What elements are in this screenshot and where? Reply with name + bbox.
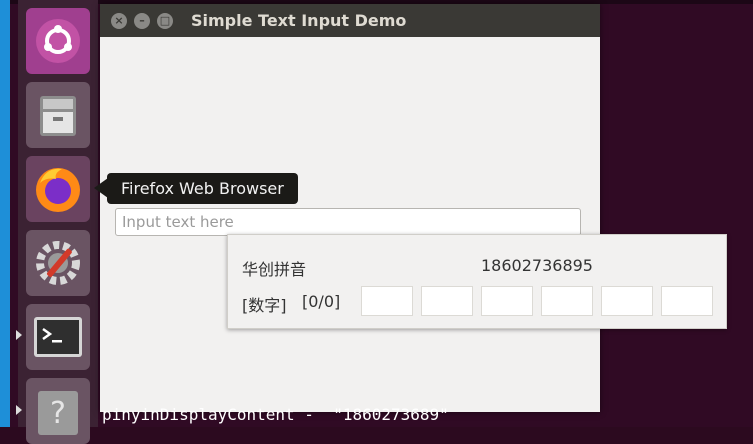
ime-candidate-box[interactable]: [661, 286, 713, 316]
launcher-ubuntu-software[interactable]: [26, 8, 90, 74]
ime-title: 华创拼音: [242, 260, 307, 279]
settings-gear-icon: [36, 241, 80, 285]
launcher: ?: [16, 0, 98, 444]
app-window: × – □ Simple Text Input Demo: [100, 4, 600, 412]
ime-phone: 18602736895: [481, 256, 593, 275]
terminal-output-line: pinyinDisplayContent - "1860273689": [102, 405, 449, 424]
launcher-terminal[interactable]: [26, 304, 90, 370]
svg-text:?: ?: [50, 396, 66, 431]
running-indicator: [16, 405, 22, 415]
ime-candidate-box[interactable]: [541, 286, 593, 316]
minimize-button[interactable]: –: [134, 13, 150, 29]
running-indicator: [16, 330, 22, 340]
ime-candidate-box[interactable]: [601, 286, 653, 316]
ime-page-indicator: [0/0]: [302, 292, 341, 311]
ime-mode: [数字]: [242, 296, 287, 315]
ime-candidate-box[interactable]: [421, 286, 473, 316]
firefox-icon: [36, 168, 80, 212]
text-input[interactable]: [115, 208, 581, 236]
help-question-icon: ?: [38, 391, 78, 435]
window-title: Simple Text Input Demo: [191, 11, 407, 30]
launcher-help[interactable]: ?: [26, 378, 90, 444]
ime-candidate-box[interactable]: [481, 286, 533, 316]
launcher-settings[interactable]: [26, 230, 90, 296]
ubuntu-software-icon: [36, 19, 80, 63]
ime-candidate-popup: 华创拼音 18602736895 [数字] [0/0]: [227, 234, 727, 329]
file-cabinet-icon: [40, 96, 76, 136]
terminal-icon: [34, 317, 82, 357]
launcher-firefox[interactable]: [26, 156, 90, 222]
left-edge-accent: [0, 0, 10, 427]
maximize-button[interactable]: □: [157, 13, 173, 29]
tooltip-arrow: [94, 178, 108, 198]
close-button[interactable]: ×: [111, 13, 127, 29]
ime-candidate-box[interactable]: [361, 286, 413, 316]
launcher-tooltip: Firefox Web Browser: [107, 173, 298, 204]
launcher-files[interactable]: [26, 82, 90, 148]
window-titlebar[interactable]: × – □ Simple Text Input Demo: [100, 4, 600, 37]
